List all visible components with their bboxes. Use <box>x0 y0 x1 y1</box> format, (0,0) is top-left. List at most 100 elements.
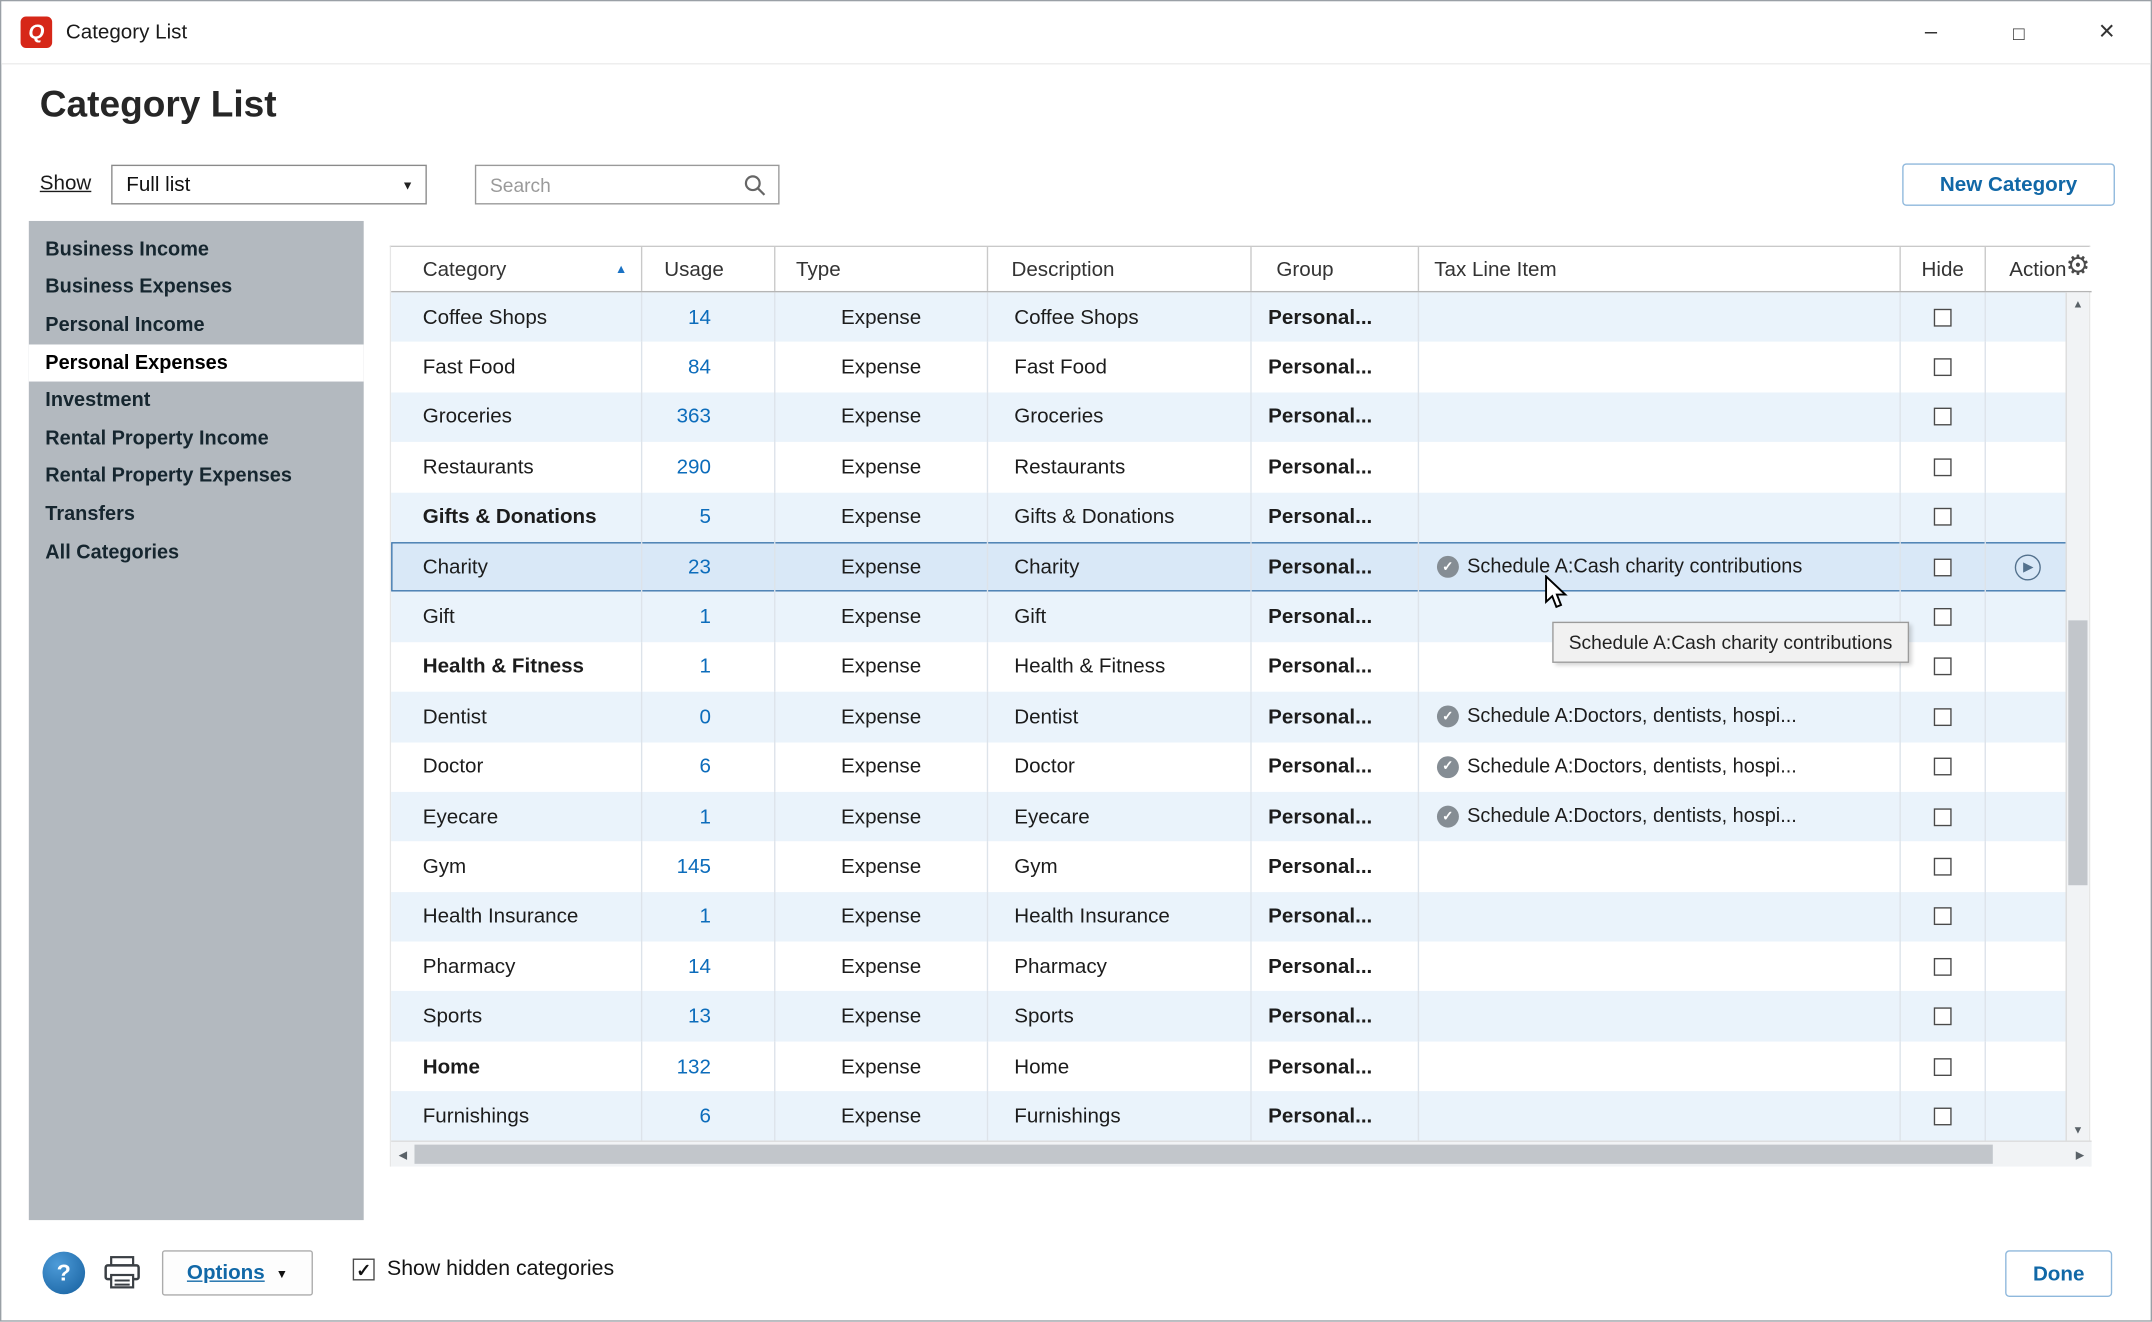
cell-type: Expense <box>775 692 988 742</box>
table-row[interactable]: Coffee Shops14ExpenseCoffee ShopsPersona… <box>391 292 2068 342</box>
hide-checkbox[interactable] <box>1934 408 1952 426</box>
hide-checkbox[interactable] <box>1934 1008 1952 1026</box>
table-row[interactable]: Groceries363ExpenseGroceriesPersonal... <box>391 392 2068 442</box>
column-label: Description <box>1011 257 1114 280</box>
table-row[interactable]: Dentist0ExpenseDentistPersonal...✓Schedu… <box>391 692 2068 742</box>
done-button[interactable]: Done <box>2005 1250 2112 1297</box>
sidebar-item-transfers[interactable]: Transfers <box>29 496 364 534</box>
column-header-action[interactable]: Action <box>1986 247 2068 291</box>
show-hidden-checkbox[interactable]: ✓ <box>353 1259 375 1281</box>
sidebar-item-all-categories[interactable]: All Categories <box>29 534 364 572</box>
horizontal-scrollbar-thumb[interactable] <box>414 1145 1992 1164</box>
table-row[interactable]: Home132ExpenseHomePersonal... <box>391 1041 2068 1091</box>
sidebar-item-business-income[interactable]: Business Income <box>29 231 364 269</box>
hide-checkbox[interactable] <box>1934 908 1952 926</box>
row-action-button[interactable]: ▶ <box>2014 554 2040 580</box>
column-header-category[interactable]: Category▲ <box>391 247 642 291</box>
table-row[interactable]: Pharmacy14ExpensePharmacyPersonal... <box>391 942 2068 992</box>
sidebar-item-investment[interactable]: Investment <box>29 382 364 420</box>
cell-description: Charity <box>988 542 1252 592</box>
hide-checkbox[interactable] <box>1934 958 1952 976</box>
scroll-left-icon[interactable]: ◀ <box>391 1142 414 1167</box>
print-icon[interactable] <box>103 1256 141 1297</box>
hide-checkbox[interactable] <box>1934 308 1952 326</box>
hide-checkbox[interactable] <box>1934 558 1952 576</box>
maximize-button[interactable]: □ <box>1975 1 2063 63</box>
close-button[interactable]: × <box>2063 1 2151 63</box>
hide-checkbox[interactable] <box>1934 708 1952 726</box>
usage-count-link[interactable]: 14 <box>642 942 775 992</box>
column-header-usage[interactable]: Usage <box>642 247 775 291</box>
sidebar-item-personal-income[interactable]: Personal Income <box>29 306 364 344</box>
usage-count-link[interactable]: 6 <box>642 1091 775 1141</box>
hide-checkbox[interactable] <box>1934 858 1952 876</box>
hide-checkbox[interactable] <box>1934 458 1952 476</box>
cell-hide <box>1901 642 1986 692</box>
options-button[interactable]: Options ▼ <box>162 1250 313 1295</box>
column-header-hide[interactable]: Hide <box>1901 247 1986 291</box>
hide-checkbox[interactable] <box>1934 358 1952 376</box>
usage-count-link[interactable]: 132 <box>642 1041 775 1091</box>
vertical-scrollbar[interactable]: ▲ ▼ <box>2066 292 2089 1142</box>
usage-count-link[interactable]: 5 <box>642 492 775 542</box>
minimize-button[interactable]: – <box>1887 1 1975 63</box>
usage-count-link[interactable]: 145 <box>642 842 775 892</box>
usage-count-link[interactable]: 84 <box>642 342 775 392</box>
sidebar-item-business-expenses[interactable]: Business Expenses <box>29 268 364 306</box>
table-row[interactable]: Restaurants290ExpenseRestaurantsPersonal… <box>391 442 2068 492</box>
column-header-type[interactable]: Type <box>775 247 988 291</box>
cell-hide <box>1901 442 1986 492</box>
column-header-group[interactable]: Group <box>1252 247 1419 291</box>
help-button[interactable]: ? <box>43 1252 86 1295</box>
usage-count-link[interactable]: 23 <box>642 542 775 592</box>
hide-checkbox[interactable] <box>1934 658 1952 676</box>
new-category-button[interactable]: New Category <box>1902 163 2115 206</box>
hide-checkbox[interactable] <box>1934 508 1952 526</box>
scroll-up-icon[interactable]: ▲ <box>2067 292 2089 315</box>
table-row[interactable]: Doctor6ExpenseDoctorPersonal...✓Schedule… <box>391 742 2068 792</box>
table-row[interactable]: Sports13ExpenseSportsPersonal... <box>391 992 2068 1042</box>
column-header-description[interactable]: Description <box>988 247 1252 291</box>
table-row[interactable]: Furnishings6ExpenseFurnishingsPersonal..… <box>391 1091 2068 1141</box>
usage-count-link[interactable]: 1 <box>642 642 775 692</box>
table-row[interactable]: Gifts & Donations5ExpenseGifts & Donatio… <box>391 492 2068 542</box>
cell-description: Home <box>988 1041 1252 1091</box>
column-header-tax-line-item[interactable]: Tax Line Item <box>1419 247 1901 291</box>
hide-checkbox[interactable] <box>1934 808 1952 826</box>
scroll-down-icon[interactable]: ▼ <box>2067 1119 2089 1142</box>
usage-count-link[interactable]: 1 <box>642 892 775 942</box>
table-row[interactable]: Gym145ExpenseGymPersonal... <box>391 842 2068 892</box>
usage-count-link[interactable]: 6 <box>642 742 775 792</box>
hide-checkbox[interactable] <box>1934 758 1952 776</box>
usage-count-link[interactable]: 1 <box>642 592 775 642</box>
usage-count-link[interactable]: 13 <box>642 992 775 1042</box>
cell-action <box>1986 992 2068 1042</box>
sidebar-item-personal-expenses[interactable]: Personal Expenses <box>29 344 364 382</box>
sidebar-item-rental-property-income[interactable]: Rental Property Income <box>29 420 364 458</box>
scroll-right-icon[interactable]: ▶ <box>2068 1142 2091 1167</box>
cell-description: Restaurants <box>988 442 1252 492</box>
cell-group: Personal... <box>1252 892 1419 942</box>
table-row[interactable]: Health Insurance1ExpenseHealth Insurance… <box>391 892 2068 942</box>
usage-count-link[interactable]: 14 <box>642 292 775 342</box>
tax-line-tooltip: Schedule A:Cash charity contributions <box>1552 622 1909 663</box>
hide-checkbox[interactable] <box>1934 1058 1952 1076</box>
columns-gear-icon[interactable]: ⚙ <box>2066 253 2091 280</box>
table-row[interactable]: Fast Food84ExpenseFast FoodPersonal... <box>391 342 2068 392</box>
cell-type: Expense <box>775 942 988 992</box>
hide-checkbox[interactable] <box>1934 608 1952 626</box>
search-input[interactable] <box>476 172 744 197</box>
table-row[interactable]: Charity23ExpenseCharityPersonal...✓Sched… <box>391 542 2068 592</box>
cell-tax-line-item: ✓Schedule A:Doctors, dentists, hospi... <box>1419 792 1901 842</box>
sidebar-item-rental-property-expenses[interactable]: Rental Property Expenses <box>29 458 364 496</box>
usage-count-link[interactable]: 290 <box>642 442 775 492</box>
vertical-scrollbar-thumb[interactable] <box>2068 620 2087 885</box>
horizontal-scrollbar[interactable]: ◀ ▶ <box>391 1141 2091 1167</box>
usage-count-link[interactable]: 1 <box>642 792 775 842</box>
show-filter-dropdown[interactable]: Full list ▼ <box>111 165 427 205</box>
cell-action <box>1986 342 2068 392</box>
table-row[interactable]: Eyecare1ExpenseEyecarePersonal...✓Schedu… <box>391 792 2068 842</box>
usage-count-link[interactable]: 0 <box>642 692 775 742</box>
hide-checkbox[interactable] <box>1934 1107 1952 1125</box>
usage-count-link[interactable]: 363 <box>642 392 775 442</box>
